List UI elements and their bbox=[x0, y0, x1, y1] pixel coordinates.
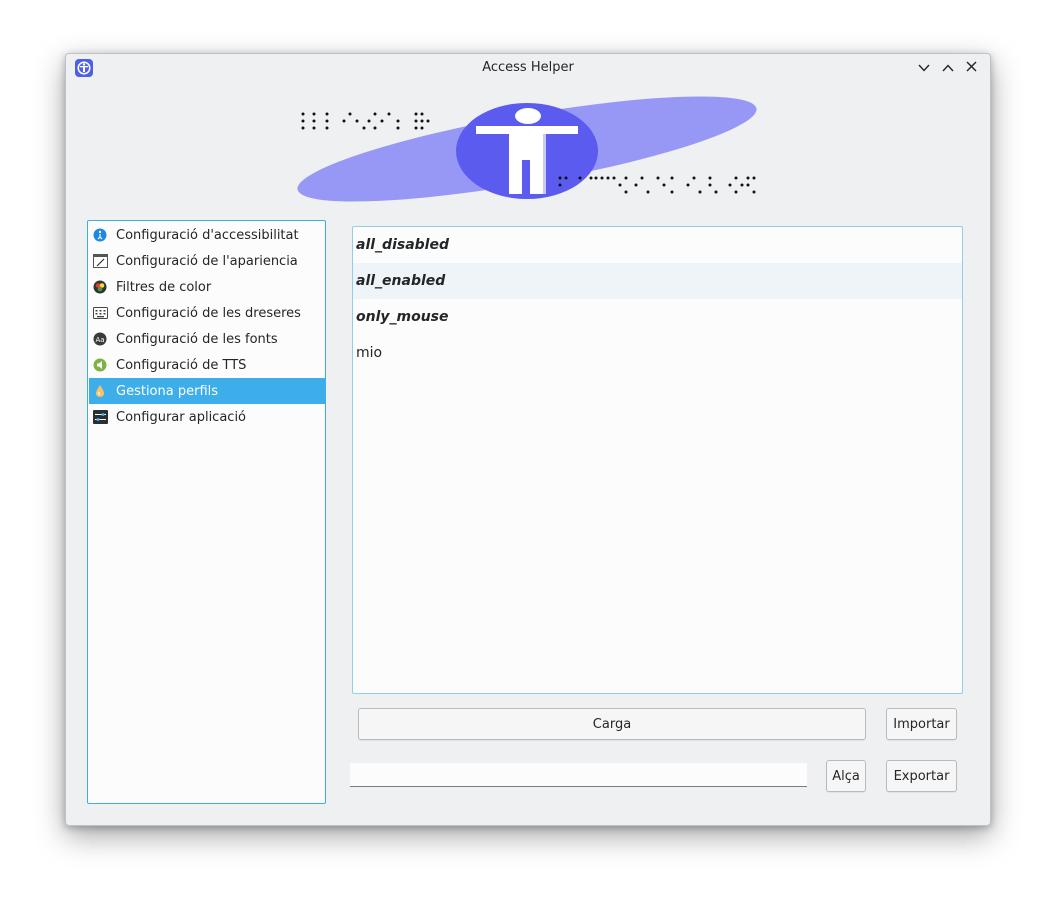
profile-label: mio bbox=[356, 345, 383, 361]
profiles-icon bbox=[92, 383, 108, 399]
sidebar-item-label: Configuració d'accessibilitat bbox=[116, 227, 299, 243]
app-window: Access Helper Configuració d'accessibili… bbox=[65, 53, 991, 826]
sidebar-item-accessibility[interactable]: Configuració d'accessibilitat bbox=[89, 222, 325, 248]
tts-icon bbox=[92, 357, 108, 373]
title-bar[interactable]: Access Helper bbox=[66, 54, 990, 82]
profile-name-input[interactable] bbox=[350, 763, 807, 787]
profile-list[interactable]: all_disabled all_enabled only_mouse mio bbox=[352, 226, 963, 694]
keyboard-shortcuts-icon bbox=[92, 305, 108, 321]
profile-label: only_mouse bbox=[356, 309, 449, 325]
sidebar-item-label: Configuració de les fonts bbox=[116, 331, 278, 347]
list-item[interactable]: mio bbox=[353, 335, 962, 371]
profile-label: all_enabled bbox=[356, 273, 446, 289]
sidebar-item-label: Gestiona perfils bbox=[116, 383, 219, 399]
settings-sidebar: Configuració d'accessibilitat Configurac… bbox=[87, 220, 326, 804]
sidebar-item-label: Configuració de l'apariencia bbox=[116, 253, 298, 269]
sidebar-item-shortcuts[interactable]: Configuració de les dreseres bbox=[89, 300, 325, 326]
load-button[interactable]: Carga bbox=[358, 708, 866, 740]
close-button[interactable] bbox=[961, 58, 981, 78]
profile-label: all_disabled bbox=[356, 237, 449, 253]
accessibility-settings-icon bbox=[92, 227, 108, 243]
accessibility-banner-icon bbox=[296, 96, 760, 204]
sidebar-item-label: Configuració de TTS bbox=[116, 357, 247, 373]
export-button[interactable]: Exportar bbox=[886, 760, 957, 792]
minimize-icon bbox=[918, 61, 930, 76]
list-item[interactable]: all_enabled bbox=[353, 263, 962, 299]
sidebar-item-label: Configurar aplicació bbox=[116, 409, 247, 425]
app-config-icon bbox=[92, 409, 108, 425]
sidebar-item-label: Configuració de les dreseres bbox=[116, 305, 301, 321]
sidebar-item-fonts[interactable]: Aa Configuració de les fonts bbox=[89, 326, 325, 352]
list-item[interactable]: only_mouse bbox=[353, 299, 962, 335]
appearance-icon bbox=[92, 253, 108, 269]
save-button[interactable]: Alça bbox=[826, 760, 866, 792]
maximize-button[interactable] bbox=[938, 58, 958, 78]
sidebar-item-tts[interactable]: Configuració de TTS bbox=[89, 352, 325, 378]
import-button[interactable]: Importar bbox=[886, 708, 957, 740]
svg-text:Aa: Aa bbox=[95, 336, 104, 344]
list-item[interactable]: all_disabled bbox=[353, 227, 962, 263]
sidebar-item-appearance[interactable]: Configuració de l'apariencia bbox=[89, 248, 325, 274]
sidebar-item-app-config[interactable]: Configurar aplicació bbox=[89, 404, 325, 430]
window-title: Access Helper bbox=[482, 60, 574, 75]
close-icon bbox=[966, 61, 977, 76]
sidebar-item-color-filters[interactable]: Filtres de color bbox=[89, 274, 325, 300]
color-filter-icon bbox=[92, 279, 108, 295]
minimize-button[interactable] bbox=[914, 58, 934, 78]
fonts-icon: Aa bbox=[92, 331, 108, 347]
sidebar-item-label: Filtres de color bbox=[116, 279, 212, 295]
sidebar-item-profiles[interactable]: Gestiona perfils bbox=[89, 378, 325, 404]
maximize-icon bbox=[942, 61, 954, 76]
